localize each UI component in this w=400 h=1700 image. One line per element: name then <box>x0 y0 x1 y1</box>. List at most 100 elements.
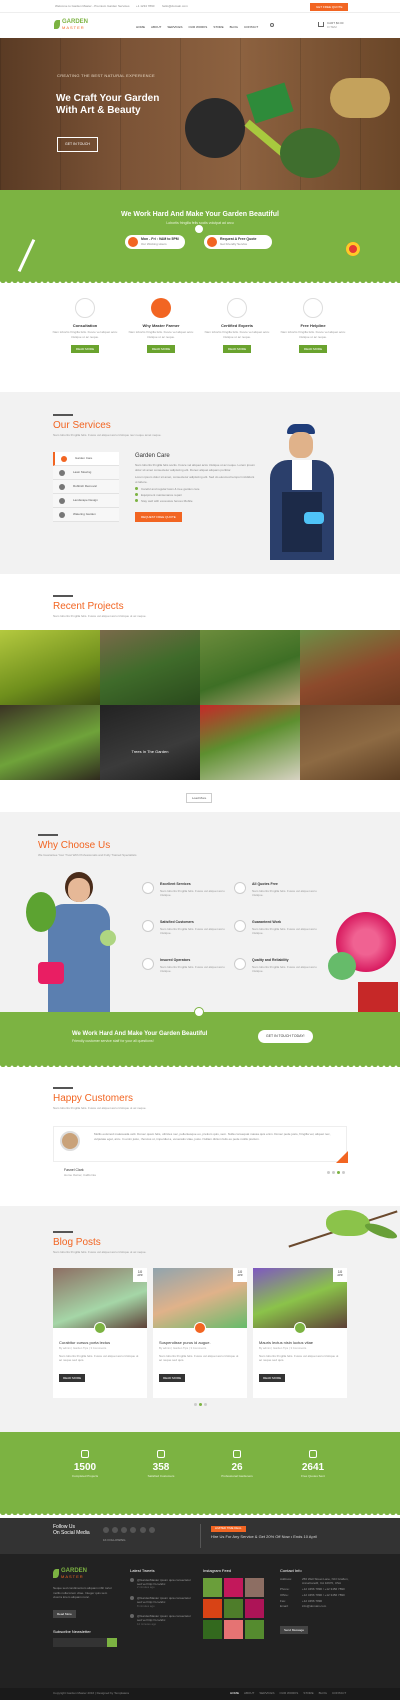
stat-value: 358 <box>152 1462 170 1473</box>
nav-blog[interactable]: BLOG <box>230 25 238 29</box>
money-icon <box>234 882 246 894</box>
instagram-photo[interactable] <box>224 1620 243 1639</box>
footer-nav-about[interactable]: ABOUT <box>244 1691 254 1695</box>
why-item-text: Nam lobortis fringilla felis. Fusce vel … <box>160 926 225 935</box>
project-pots[interactable] <box>300 630 400 705</box>
send-message-button[interactable]: Send Message <box>280 1626 309 1635</box>
blog-dots[interactable] <box>194 1402 207 1407</box>
google-plus-icon[interactable] <box>121 1527 128 1533</box>
instagram-photo[interactable] <box>245 1599 264 1618</box>
blog-post-title[interactable]: Curabitur cursus porta lectus <box>59 1340 141 1345</box>
feature-text: Nam lobortis fringilla felis. Fusce vel … <box>128 330 194 339</box>
project-lawn-care[interactable] <box>200 630 300 705</box>
project-rubber-boots[interactable] <box>0 630 100 705</box>
instagram-photo[interactable] <box>245 1620 264 1639</box>
cart[interactable]: CART $0.00 0 ITEM <box>318 21 343 29</box>
facebook-icon[interactable] <box>103 1527 109 1533</box>
free-quote-button[interactable]: GET FREE QUOTE <box>310 3 349 12</box>
feature-title: Consultation <box>72 323 98 328</box>
nav-contact[interactable]: CONTACT <box>244 25 258 29</box>
why-item-text: Nam lobortis fringilla felis. Fusce vel … <box>160 888 225 897</box>
rss-icon[interactable] <box>148 1527 155 1533</box>
footer-nav-blog[interactable]: BLOG <box>319 1691 327 1695</box>
project-seedlings[interactable] <box>0 705 100 780</box>
gardener-photo <box>262 422 342 572</box>
nav-store[interactable]: STORE <box>213 25 223 29</box>
quote-corner <box>336 1151 348 1163</box>
cart-items: 0 ITEM <box>327 25 337 30</box>
twitter-icon[interactable] <box>112 1527 119 1533</box>
email-link[interactable]: hello@domain.com <box>162 4 188 8</box>
check-icon <box>135 487 138 491</box>
why-item-text: Nam lobortis fringilla felis. Fusce vel … <box>252 926 317 935</box>
service-detail: Garden Care Nam lobortis fringilla felis… <box>135 452 255 523</box>
nav-home[interactable]: HOME <box>136 25 145 29</box>
tweet: @GardenMaster ipsum quia consectetur sed… <box>130 1596 194 1608</box>
search-icon[interactable] <box>270 23 274 27</box>
followers-count: 1K FOLLOWING <box>103 1538 126 1542</box>
service-tab-lawn-mowing[interactable]: Lawn Mowing <box>53 466 119 480</box>
load-more-button[interactable]: Load More <box>186 793 213 804</box>
service-bullet-text: Careful and regular lawn & tree garden c… <box>141 487 200 492</box>
footer-nav-services[interactable]: SERVICES <box>259 1691 274 1695</box>
project-tools[interactable] <box>200 705 300 780</box>
tools-icon <box>309 1450 317 1458</box>
instagram-photo[interactable] <box>224 1599 243 1618</box>
service-tab-rubbish-removal[interactable]: Rubbish Removal <box>53 480 119 494</box>
instagram-photo[interactable] <box>203 1599 222 1618</box>
newsletter-submit-button[interactable] <box>107 1638 117 1647</box>
why-item-title: Insured Operators <box>160 958 191 962</box>
contact-value: +12 3456 7890 <box>302 1598 323 1603</box>
twitter-icon <box>130 1578 134 1582</box>
check-icon <box>135 499 138 503</box>
get-in-touch-today-button[interactable]: GET IN TOUCH TODAY! <box>258 1030 313 1043</box>
project-garden-tools-wood[interactable] <box>300 705 400 780</box>
instagram-photo[interactable] <box>245 1578 264 1597</box>
footer-nav-store[interactable]: STORE <box>303 1691 313 1695</box>
service-tab-garden-care[interactable]: Garden Care <box>53 452 119 466</box>
feature-read-more-button[interactable]: READ MORE <box>146 344 176 353</box>
feature-card: Free Helpline Nam lobortis fringilla feli… <box>278 298 348 353</box>
feature-read-more-button[interactable]: READ MORE <box>222 344 252 353</box>
instagram-photo[interactable] <box>224 1578 243 1597</box>
footer-nav-our-works[interactable]: OUR WORKS <box>279 1691 298 1695</box>
stat-item: 1500 Completed Projects <box>50 1450 120 1478</box>
service-tab-watering-garden[interactable]: Watering Garden <box>53 508 119 522</box>
cart-total: $0.00 <box>335 21 344 25</box>
instagram-photo[interactable] <box>203 1578 222 1597</box>
nav-services[interactable]: SERVICES <box>167 25 182 29</box>
footer-nav-home[interactable]: HOME <box>230 1691 239 1695</box>
quote-pill[interactable]: Request A Free Quote Get Friendly Servic… <box>204 235 272 249</box>
project-wheelbarrow[interactable] <box>100 630 200 705</box>
footer-read-more-button[interactable]: Read More <box>53 1610 76 1619</box>
blog-read-more-button[interactable]: READ MORE <box>259 1374 286 1383</box>
newsletter-input[interactable] <box>53 1638 107 1647</box>
hours-pill[interactable]: Mon - Fri : 9AM to 5PM Our Working Hours <box>125 235 185 249</box>
feature-read-more-button[interactable]: READ MORE <box>70 344 100 353</box>
guarantee-icon <box>234 920 246 932</box>
nav-our-works[interactable]: OUR WORKS <box>188 25 207 29</box>
feature-read-more-button[interactable]: READ MORE <box>298 344 328 353</box>
stat-item: 2641 Free Quotes Sent <box>278 1450 348 1478</box>
pinterest-icon[interactable] <box>130 1527 137 1533</box>
instagram-icon[interactable] <box>139 1527 146 1533</box>
get-in-touch-button[interactable]: GET IN TOUCH <box>57 137 98 152</box>
project-trees-garden[interactable]: Trees In The Garden <box>100 705 200 780</box>
stat-label: Satisfied Customers <box>147 1474 175 1478</box>
why-title-bar <box>38 834 58 836</box>
nav-about[interactable]: ABOUT <box>151 25 161 29</box>
contact-list: Address: 256 Well Street Lane, NCI Grafto… <box>280 1577 350 1611</box>
blog-read-more-button[interactable]: READ MORE <box>59 1374 86 1383</box>
service-tab-landscape-design[interactable]: Landscape Design <box>53 494 119 508</box>
customer-avatar <box>60 1131 80 1151</box>
blog-post-title[interactable]: Mauris lectus nisin luctus vitae <box>259 1340 341 1345</box>
testimonial-dots[interactable] <box>327 1170 345 1175</box>
footer-logo[interactable]: GARDEN MASTER <box>53 1568 87 1579</box>
footer-nav-contact[interactable]: CONTACT <box>332 1691 346 1695</box>
hero-title-line2: With Art & Beauty <box>56 105 141 116</box>
blog-read-more-button[interactable]: READ MORE <box>159 1374 186 1383</box>
logo[interactable]: GARDEN MASTER <box>54 19 88 30</box>
instagram-photo[interactable] <box>203 1620 222 1639</box>
blog-post-title[interactable]: Suspendisse purus id augue. <box>159 1340 241 1345</box>
request-quote-button[interactable]: REQUEST FREE QUOTE <box>135 512 182 523</box>
